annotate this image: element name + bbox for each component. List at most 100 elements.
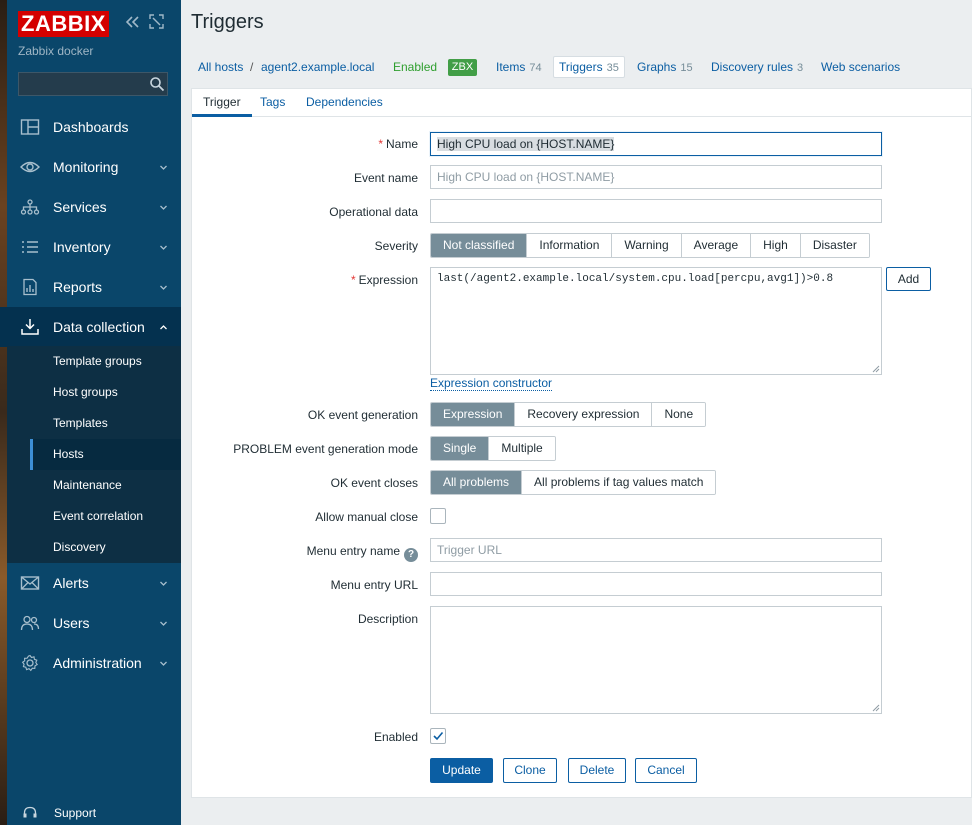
operational-data-input[interactable]	[430, 199, 882, 223]
sidebar-subitem-hosts[interactable]: Hosts	[30, 439, 181, 470]
severity-information[interactable]: Information	[526, 234, 612, 257]
nav-triggers[interactable]: Triggers 35	[553, 56, 625, 78]
cancel-button[interactable]: Cancel	[635, 758, 697, 783]
zbx-availability-badge: ZBX	[448, 59, 477, 76]
tab-tags[interactable]: Tags	[260, 95, 285, 109]
reports-icon	[20, 278, 40, 296]
name-input[interactable]: High CPU load on {HOST.NAME}	[430, 132, 882, 156]
nav-discovery-rules[interactable]: Discovery rules 3	[711, 60, 803, 74]
sidebar-subitem-event-correlation[interactable]: Event correlation	[30, 501, 181, 532]
event-name-input[interactable]: High CPU load on {HOST.NAME}	[430, 165, 882, 189]
eye-icon	[20, 158, 40, 176]
breadcrumb-host[interactable]: agent2.example.local	[261, 60, 374, 74]
sidebar-item-administration[interactable]: Administration	[0, 643, 181, 683]
nav-count: 35	[606, 62, 619, 74]
sidebar-subitem-maintenance[interactable]: Maintenance	[30, 470, 181, 501]
problem-mode-multiple[interactable]: Multiple	[488, 437, 555, 460]
severity-selector: Not classified Information Warning Avera…	[430, 233, 870, 258]
checkmark-icon	[433, 731, 444, 741]
sidebar-item-label: Users	[53, 615, 90, 631]
sidebar-subitem-host-groups[interactable]: Host groups	[30, 377, 181, 408]
sidebar-item-label: Dashboards	[53, 119, 129, 135]
sidebar-item-inventory[interactable]: Inventory	[0, 227, 181, 267]
severity-average[interactable]: Average	[680, 234, 751, 257]
name-label-text: Name	[385, 137, 418, 151]
problem-mode-single[interactable]: Single	[431, 437, 489, 460]
nav-label: Graphs	[637, 60, 677, 74]
sidebar-item-reports[interactable]: Reports	[0, 267, 181, 307]
sidebar-subitem-template-groups[interactable]: Template groups	[30, 346, 181, 377]
sidebar-item-support[interactable]: Support	[0, 800, 181, 825]
sidebar-subitem-templates[interactable]: Templates	[30, 408, 181, 439]
severity-warning[interactable]: Warning	[611, 234, 681, 257]
chevron-down-icon	[159, 617, 168, 626]
sidebar-subitem-label: Discovery	[53, 540, 106, 554]
sidebar-subitem-discovery[interactable]: Discovery	[30, 532, 181, 563]
sidebar-subitem-label: Event correlation	[53, 509, 144, 523]
delete-button[interactable]: Delete	[568, 758, 626, 783]
resize-handle-icon[interactable]	[872, 365, 880, 373]
sidebar-item-label: Reports	[53, 279, 103, 295]
description-label: Description	[357, 612, 418, 626]
expression-constructor-link[interactable]: Expression constructor	[430, 376, 553, 391]
breadcrumb-separator: /	[250, 60, 254, 74]
chevron-down-icon	[159, 281, 168, 290]
enabled-checkbox[interactable]	[430, 728, 446, 744]
sidebar-subitem-label: Maintenance	[53, 478, 122, 492]
sidebar-item-data-collection[interactable]: Data collection	[0, 307, 181, 347]
sidebar-search-input[interactable]	[18, 72, 168, 96]
host-status: Enabled	[393, 60, 438, 74]
operational-data-label: Operational data	[329, 205, 418, 219]
ok-closes-all-problems[interactable]: All problems	[431, 471, 522, 494]
severity-not-classified[interactable]: Not classified	[431, 234, 527, 257]
allow-manual-close-checkbox[interactable]	[430, 508, 446, 524]
sidebar-item-alerts[interactable]: Alerts	[0, 563, 181, 603]
sidebar-item-label: Monitoring	[53, 159, 119, 175]
sidebar-item-services[interactable]: Services	[0, 187, 181, 227]
severity-high[interactable]: High	[750, 234, 800, 257]
nav-items[interactable]: Items 74	[496, 60, 542, 74]
nav-label: Triggers	[559, 60, 603, 74]
description-textarea[interactable]	[430, 606, 882, 714]
ok-closes-tag-match[interactable]: All problems if tag values match	[521, 471, 716, 494]
help-icon[interactable]: ?	[404, 548, 418, 562]
nav-count: 15	[680, 62, 693, 74]
nav-graphs[interactable]: Graphs 15	[637, 60, 693, 74]
ok-generation-expression[interactable]: Expression	[431, 403, 515, 426]
nav-label: Items	[496, 60, 526, 74]
expression-label-text: Expression	[358, 273, 418, 287]
update-button[interactable]: Update	[430, 758, 493, 783]
severity-disaster[interactable]: Disaster	[799, 234, 869, 257]
kiosk-mode-icon[interactable]	[149, 14, 164, 33]
breadcrumb-all-hosts[interactable]: All hosts	[198, 60, 243, 74]
nav-web-scenarios[interactable]: Web scenarios	[821, 60, 900, 74]
expression-textarea[interactable]: last(/agent2.example.local/system.cpu.lo…	[430, 267, 882, 375]
menu-entry-name-input[interactable]: Trigger URL	[430, 538, 882, 562]
collapse-sidebar-icon[interactable]	[124, 14, 140, 34]
sidebar-item-monitoring[interactable]: Monitoring	[0, 147, 181, 187]
trigger-form: Trigger Tags Dependencies * Name High CPU…	[191, 88, 972, 798]
active-tab-indicator	[192, 114, 252, 117]
tab-trigger[interactable]: Trigger	[203, 95, 241, 109]
resize-handle-icon[interactable]	[872, 704, 880, 712]
headset-icon	[22, 806, 38, 820]
ok-event-closes-selector: All problems All problems if tag values …	[430, 470, 717, 495]
search-icon[interactable]	[149, 76, 165, 92]
ok-generation-recovery-expression[interactable]: Recovery expression	[514, 403, 652, 426]
gear-icon	[20, 654, 40, 672]
sidebar-subitem-label: Hosts	[53, 447, 84, 461]
clone-button[interactable]: Clone	[503, 758, 557, 783]
sidebar-item-dashboards[interactable]: Dashboards	[0, 107, 181, 147]
zabbix-logo[interactable]: ZABBIX	[18, 11, 109, 37]
required-mark: *	[350, 273, 356, 287]
menu-entry-url-input[interactable]	[430, 572, 882, 596]
tab-dependencies[interactable]: Dependencies	[306, 95, 383, 109]
host-navigation: All hosts / agent2.example.local Enabled…	[191, 51, 972, 83]
sidebar-item-users[interactable]: Users	[0, 603, 181, 643]
add-expression-button[interactable]: Add	[886, 267, 931, 291]
ok-generation-none[interactable]: None	[651, 403, 706, 426]
expression-label: * Expression	[351, 273, 418, 287]
list-icon	[20, 238, 40, 256]
envelope-icon	[20, 574, 40, 592]
required-mark: *	[378, 137, 383, 151]
